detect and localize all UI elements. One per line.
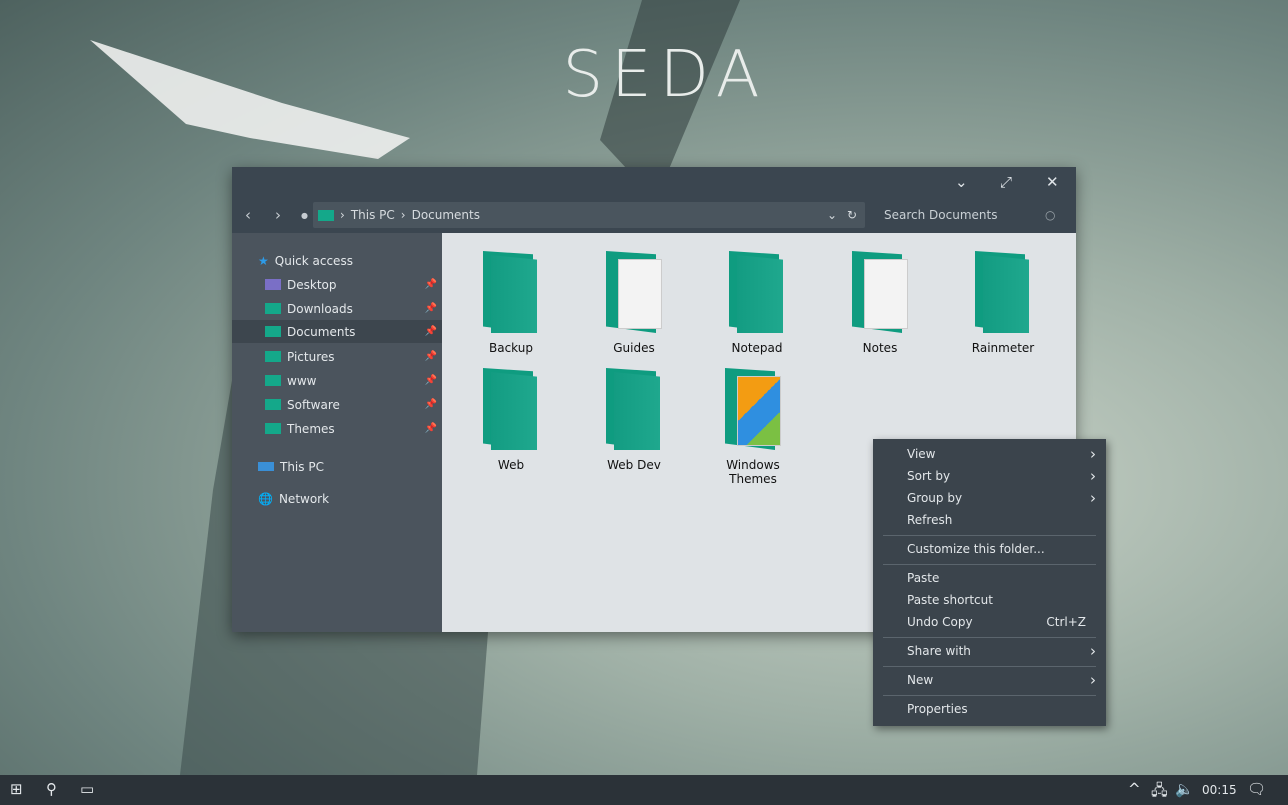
sidebar-item-quick-access[interactable]: ★Quick access [232, 249, 442, 272]
menu-divider [883, 695, 1096, 696]
folder-icon [318, 210, 334, 221]
volume-icon[interactable]: 🔈 [1175, 780, 1194, 798]
menu-divider [883, 564, 1096, 565]
action-center-icon[interactable]: 🗨 [1247, 780, 1266, 798]
search-icon[interactable]: ⚲ [46, 780, 57, 798]
pin-icon: 📌 [425, 375, 437, 386]
shortcut-label: Ctrl+Z [1046, 612, 1086, 632]
search-icon[interactable]: ○ [1045, 208, 1055, 222]
title-bar: ⌄ ⤢ ✕ [232, 167, 1076, 198]
pin-icon: 📌 [425, 351, 437, 362]
minimize-button[interactable]: ⌄ [955, 173, 968, 191]
menu-item-refresh[interactable]: Refresh [907, 510, 1096, 530]
chevron-right-icon: › [1090, 670, 1096, 690]
desktop-icon [265, 279, 281, 290]
search-input[interactable]: Search Documents [884, 208, 997, 222]
address-input[interactable]: › This PC › Documents ⌄ ↻ [313, 202, 865, 228]
menu-item-group-by[interactable]: Group by› [907, 488, 1096, 508]
folder-item[interactable]: Notes [830, 251, 930, 355]
folder-documents-icon [852, 251, 908, 333]
chevron-right-icon: › [1090, 444, 1096, 464]
folder-icon [483, 368, 539, 450]
task-view-icon[interactable]: ▭ [80, 780, 94, 798]
folder-item[interactable]: Windows Themes [703, 368, 803, 486]
menu-item-paste-shortcut[interactable]: Paste shortcut [907, 590, 1096, 610]
start-windows-icon[interactable]: ⊞ [10, 780, 23, 798]
folder-icon [265, 375, 281, 386]
chevron-right-icon: › [1090, 641, 1096, 661]
globe-icon: 🌐 [258, 492, 273, 506]
computer-icon [258, 462, 274, 471]
menu-item-customize[interactable]: Customize this folder... [907, 539, 1096, 559]
sidebar-item-software[interactable]: Software📌 [232, 393, 442, 416]
folder-item[interactable]: Rainmeter [953, 251, 1053, 355]
star-icon: ★ [258, 254, 269, 268]
breadcrumb-documents[interactable]: Documents [412, 208, 480, 222]
menu-divider [883, 535, 1096, 536]
menu-item-properties[interactable]: Properties [907, 699, 1096, 719]
chevron-right-icon: › [1090, 488, 1096, 508]
folder-icon [483, 251, 539, 333]
folder-item[interactable]: Web [461, 368, 561, 472]
sidebar-item-this-pc[interactable]: This PC [232, 455, 442, 478]
chevron-icon: › [401, 208, 406, 222]
context-menu: View› Sort by› Group by› Refresh Customi… [873, 439, 1106, 726]
folder-icon [265, 399, 281, 410]
pin-icon: 📌 [425, 399, 437, 410]
sidebar-item-themes[interactable]: Themes📌 [232, 417, 442, 440]
folder-documents-icon [606, 251, 662, 333]
chevron-right-icon: › [1090, 466, 1096, 486]
network-icon[interactable]: 🖧 [1151, 780, 1168, 805]
pin-icon: 📌 [425, 303, 437, 314]
address-bar-row: ‹ › ● › This PC › Documents ⌄ ↻ Search D… [232, 198, 1076, 233]
folder-icon [975, 251, 1031, 333]
menu-item-sort-by[interactable]: Sort by› [907, 466, 1096, 486]
sidebar-item-desktop[interactable]: Desktop📌 [232, 273, 442, 296]
menu-item-share-with[interactable]: Share with› [907, 641, 1096, 661]
sidebar-item-documents[interactable]: Documents📌 [232, 320, 442, 343]
folder-icon [265, 326, 281, 337]
pin-icon: 📌 [425, 326, 437, 337]
breadcrumb-this-pc[interactable]: This PC [351, 208, 395, 222]
wallpaper-title: SEDA [0, 38, 1288, 112]
back-button[interactable]: ‹ [245, 206, 251, 224]
folder-item[interactable]: Guides [584, 251, 684, 355]
maximize-button[interactable]: ⤢ [1000, 173, 1012, 191]
folder-images-icon [725, 368, 781, 450]
refresh-icon[interactable]: ↻ [847, 208, 857, 222]
menu-item-paste[interactable]: Paste [907, 568, 1096, 588]
menu-item-new[interactable]: New› [907, 670, 1096, 690]
folder-item[interactable]: Backup [461, 251, 561, 355]
folder-item[interactable]: Notepad [707, 251, 807, 355]
clock[interactable]: 00:15 [1202, 783, 1237, 797]
folder-icon [265, 351, 281, 362]
menu-item-view[interactable]: View› [907, 444, 1096, 464]
pin-icon: 📌 [425, 279, 437, 290]
chevron-icon: › [340, 208, 345, 222]
pin-icon: 📌 [425, 423, 437, 434]
sidebar-item-downloads[interactable]: Downloads📌 [232, 297, 442, 320]
chevron-up-icon[interactable]: ^ [1128, 780, 1141, 798]
menu-item-undo-copy[interactable]: Undo CopyCtrl+Z [907, 612, 1096, 632]
taskbar: ⊞ ⚲ ▭ ^ 🖧 🔈 00:15 🗨 [0, 775, 1288, 805]
folder-item[interactable]: Web Dev [584, 368, 684, 472]
close-button[interactable]: ✕ [1046, 173, 1059, 191]
sidebar-item-pictures[interactable]: Pictures📌 [232, 345, 442, 368]
folder-icon [265, 423, 281, 434]
sidebar-item-network[interactable]: 🌐Network [232, 487, 442, 510]
recent-dot-icon[interactable]: ● [301, 211, 308, 220]
forward-button[interactable]: › [275, 206, 281, 224]
folder-icon [265, 303, 281, 314]
dropdown-icon[interactable]: ⌄ [827, 208, 837, 222]
menu-divider [883, 666, 1096, 667]
folder-icon [606, 368, 662, 450]
navigation-pane: ★Quick access Desktop📌 Downloads📌 Docume… [232, 233, 442, 632]
sidebar-item-www[interactable]: www📌 [232, 369, 442, 392]
folder-icon [729, 251, 785, 333]
menu-divider [883, 637, 1096, 638]
